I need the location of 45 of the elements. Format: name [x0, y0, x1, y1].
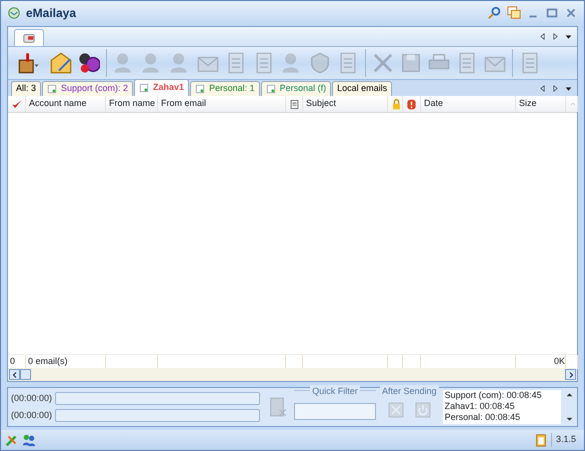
app-logo-icon: [7, 6, 21, 20]
scroll-thumb[interactable]: [20, 369, 31, 380]
connection-icon: [5, 433, 19, 447]
window-title: eMailaya: [26, 4, 78, 22]
account-tab[interactable]: Personal (f): [260, 81, 332, 96]
scroll-right-icon[interactable]: [551, 32, 560, 41]
power-button[interactable]: [414, 400, 432, 419]
lock-icon: [391, 98, 402, 110]
quick-filter-field[interactable]: [294, 402, 376, 420]
maximize-icon[interactable]: [545, 6, 559, 20]
version-text: 3.1.5: [550, 433, 580, 447]
timer-text: (00:00:00): [11, 408, 52, 422]
scroll-right-button[interactable]: [565, 369, 576, 380]
account-tab[interactable]: Zahav1: [134, 79, 190, 96]
search-icon[interactable]: [488, 6, 502, 20]
arrow-right-icon: [566, 370, 574, 378]
timer-text: (00:00:00): [11, 392, 52, 405]
mailbox-tab[interactable]: [14, 29, 44, 46]
account-tab[interactable]: Local emails: [332, 81, 392, 96]
column-header[interactable]: Size: [516, 96, 566, 112]
column-header[interactable]: Subject: [303, 96, 388, 112]
users-icon: [22, 433, 36, 447]
arrow-left-icon: [10, 370, 18, 378]
scroll-left-button[interactable]: [9, 369, 20, 380]
account-tab[interactable]: Personal: 1: [190, 81, 260, 96]
attachment-icon: [289, 98, 300, 110]
priority-icon: [406, 98, 417, 110]
close-button[interactable]: [386, 400, 405, 419]
log-line: Personal: 00:08:45: [444, 412, 522, 423]
column-header[interactable]: Account name: [26, 96, 106, 112]
clipboard-icon: [534, 433, 548, 447]
log-line: Support (com): 00:08:45: [444, 390, 543, 401]
check-icon: [11, 98, 22, 110]
column-header[interactable]: From email: [158, 96, 286, 112]
column-header[interactable]: From name: [106, 96, 158, 112]
scroll-left-icon[interactable]: [538, 32, 547, 41]
group-label: After Sending: [380, 385, 439, 398]
column-header[interactable]: Date: [421, 96, 516, 112]
scroll-right-icon[interactable]: [551, 84, 560, 92]
account-tab[interactable]: All: 3: [11, 81, 42, 96]
windows-icon[interactable]: [507, 6, 521, 20]
scroll-left-icon[interactable]: [538, 84, 547, 92]
account-tab[interactable]: Support (com): 2: [42, 81, 134, 96]
group-label: Quick Filter: [310, 385, 360, 398]
log-line: Zahav1: 00:08:45: [444, 401, 516, 412]
